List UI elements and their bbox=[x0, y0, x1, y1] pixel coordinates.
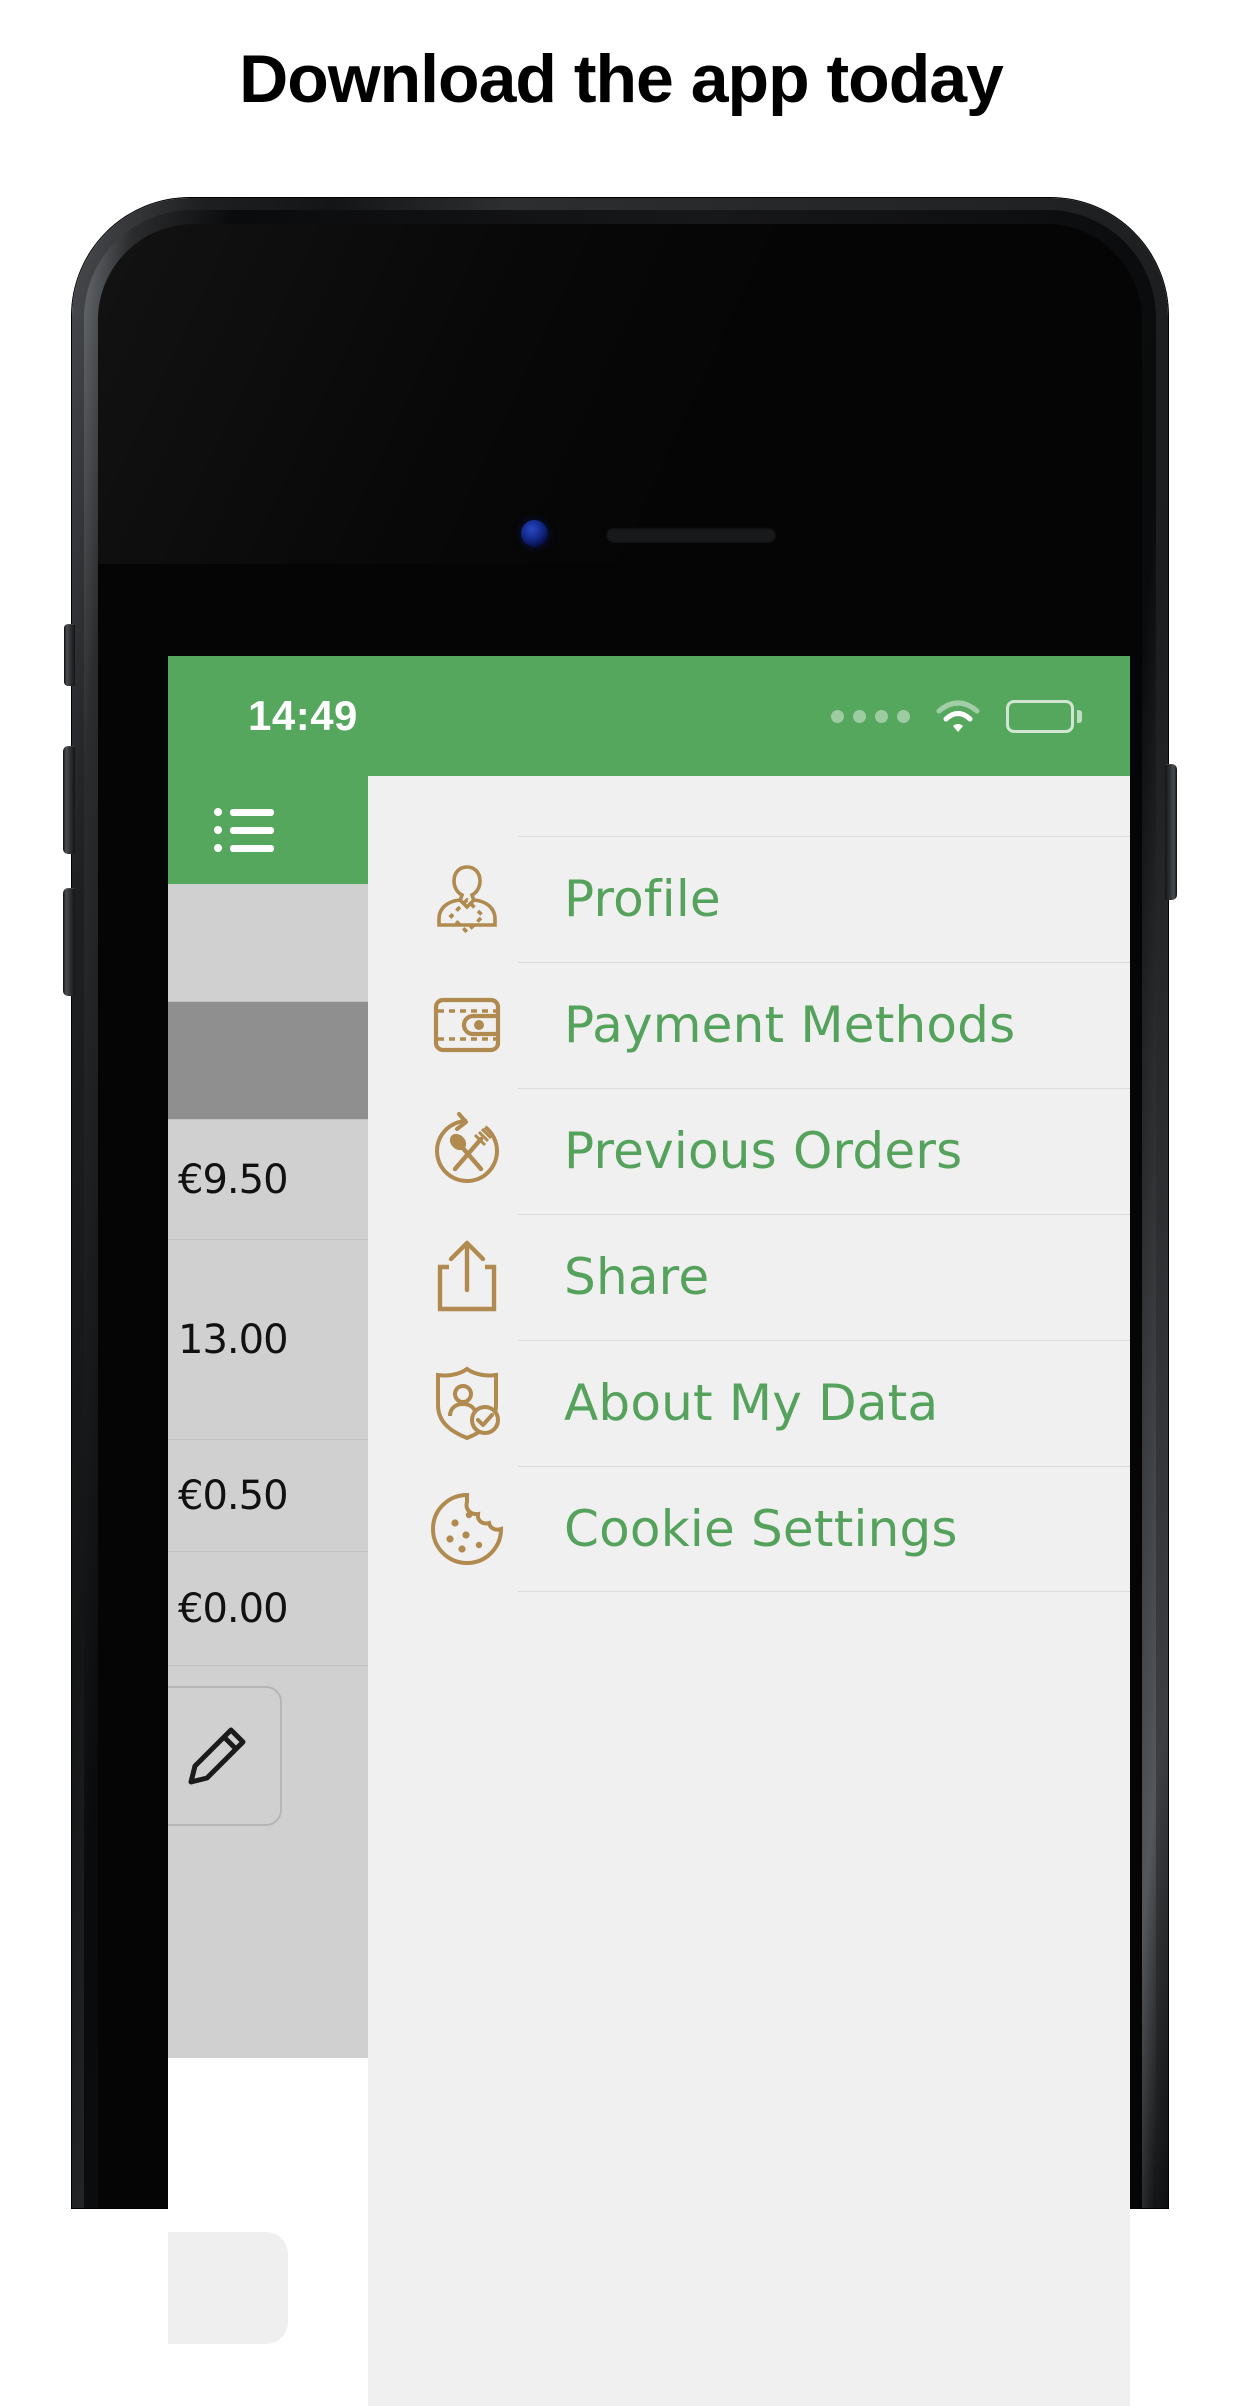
list-item-selected[interactable] bbox=[168, 1002, 368, 1120]
list-menu-icon[interactable] bbox=[214, 802, 276, 858]
screen-glare bbox=[98, 224, 1142, 564]
drawer-item-about-my-data[interactable]: About My Data bbox=[368, 1340, 1130, 1466]
page-title: Download the app today bbox=[239, 41, 1004, 117]
drawer-item-profile[interactable]: Profile bbox=[368, 836, 1130, 962]
drawer-item-previous-orders[interactable]: Previous Orders bbox=[368, 1088, 1130, 1214]
signal-dots-icon bbox=[831, 709, 910, 723]
edit-button[interactable] bbox=[168, 1686, 282, 1826]
drawer-item-label: Share bbox=[564, 1248, 710, 1306]
volume-up-button[interactable] bbox=[63, 746, 75, 854]
drawer-item-label: Cookie Settings bbox=[564, 1500, 958, 1558]
power-button[interactable] bbox=[1165, 764, 1177, 900]
bottom-action-pill[interactable] bbox=[168, 2232, 288, 2344]
silent-switch-button[interactable] bbox=[64, 624, 75, 686]
list-tail-spacer bbox=[168, 1924, 368, 2058]
drawer-item-label: Previous Orders bbox=[564, 1122, 963, 1180]
drawer-item-share[interactable]: Share bbox=[368, 1214, 1130, 1340]
shield-person-check-icon bbox=[416, 1361, 518, 1445]
drawer-item-payment-methods[interactable]: Payment Methods bbox=[368, 962, 1130, 1088]
status-bar: 14:49 bbox=[168, 656, 1130, 776]
volume-down-button[interactable] bbox=[63, 888, 75, 996]
list-item[interactable]: €0.50 bbox=[168, 1440, 368, 1552]
list-item[interactable]: 13.00 bbox=[168, 1240, 368, 1440]
navigation-drawer: Profile Payment Methods Previous Orders … bbox=[368, 776, 1130, 2406]
cookie-icon bbox=[416, 1487, 518, 1571]
app-screenshot: 14:49 €9.50 13.00 €0.50 €0.00 Profile Pa… bbox=[168, 656, 1130, 2406]
reorder-cutlery-icon bbox=[416, 1109, 518, 1193]
status-bar-icons bbox=[831, 699, 1082, 733]
edit-order-row bbox=[168, 1666, 368, 1924]
drawer-item-label: About My Data bbox=[564, 1374, 939, 1432]
earpiece-speaker bbox=[606, 527, 776, 542]
share-box-arrow-up-icon bbox=[416, 1235, 518, 1319]
status-bar-time: 14:49 bbox=[248, 692, 358, 739]
profile-bust-icon bbox=[416, 857, 518, 941]
drawer-item-label: Profile bbox=[564, 870, 721, 928]
phone-mockup: 14:49 €9.50 13.00 €0.50 €0.00 Profile Pa… bbox=[63, 198, 1177, 2406]
wallet-icon bbox=[416, 983, 518, 1067]
drawer-item-cookie-settings[interactable]: Cookie Settings bbox=[368, 1466, 1130, 1592]
background-order-list: €9.50 13.00 €0.50 €0.00 bbox=[168, 884, 368, 2406]
wifi-icon bbox=[936, 699, 980, 733]
pencil-icon bbox=[188, 1727, 246, 1785]
front-camera-icon bbox=[521, 520, 548, 547]
list-item[interactable]: €0.00 bbox=[168, 1552, 368, 1666]
list-item[interactable] bbox=[168, 884, 368, 1002]
battery-icon bbox=[1006, 699, 1082, 733]
drawer-item-label: Payment Methods bbox=[564, 996, 1016, 1054]
list-item[interactable]: €9.50 bbox=[168, 1120, 368, 1240]
